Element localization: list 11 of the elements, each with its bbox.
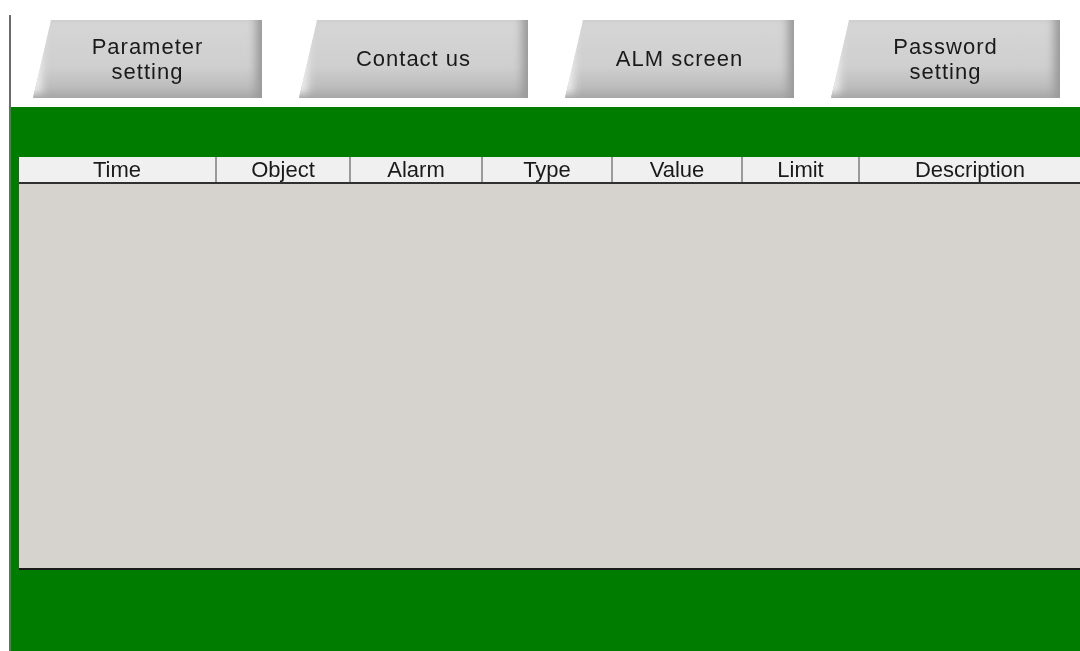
nav-button[interactable]: Password setting bbox=[831, 20, 1060, 98]
column-header: Time bbox=[19, 157, 217, 182]
nav-button[interactable]: Contact us bbox=[299, 20, 528, 98]
nav-button[interactable]: Parameter setting bbox=[33, 20, 262, 98]
column-header: Value bbox=[613, 157, 743, 182]
column-header: Limit bbox=[743, 157, 860, 182]
column-header: Description bbox=[913, 157, 1026, 182]
column-header: Alarm bbox=[351, 157, 483, 182]
column-header: Object bbox=[217, 157, 351, 182]
column-header: Type bbox=[483, 157, 613, 182]
nav-button[interactable]: ALM screen bbox=[565, 20, 794, 98]
